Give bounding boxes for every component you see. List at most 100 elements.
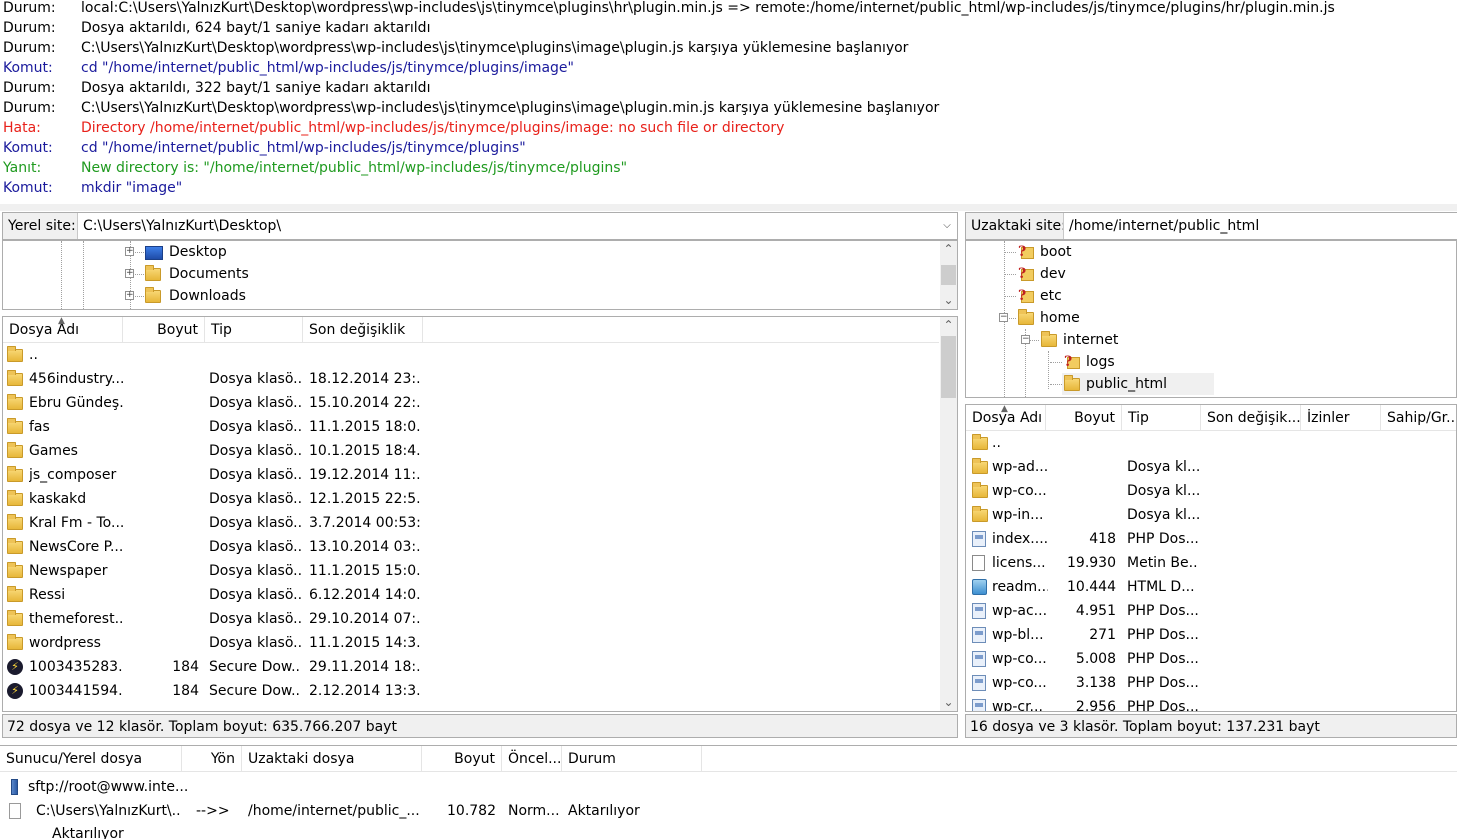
col-type[interactable]: Tip xyxy=(1122,405,1201,431)
file-name[interactable]: NewsCore P... xyxy=(29,535,123,559)
scroll-down-icon[interactable]: ⌄ xyxy=(940,694,957,711)
file-name[interactable]: wp-cr... xyxy=(992,695,1048,711)
file-name[interactable]: Newspaper xyxy=(29,559,123,583)
col-remote-file[interactable]: Uzaktaki dosya xyxy=(242,746,422,772)
file-name[interactable]: js_composer xyxy=(29,463,123,487)
col-size-label[interactable]: Boyut xyxy=(1074,410,1115,426)
scroll-up-icon[interactable]: ⌃ xyxy=(940,241,957,258)
queue-remote-file[interactable]: /home/internet/public_... xyxy=(248,799,420,823)
col-name-label[interactable]: Dosya Adı xyxy=(9,322,79,338)
tree-expand-icon[interactable]: + xyxy=(125,269,134,278)
col-status[interactable]: Durum xyxy=(562,746,702,772)
col-permissions-label[interactable]: İzinler xyxy=(1307,410,1350,426)
file-name[interactable]: wp-co... xyxy=(992,647,1048,671)
tree-expand-icon[interactable]: + xyxy=(125,247,134,256)
file-row[interactable]: Kral Fm - To... Dosya klasö... 3.7.2014 00… xyxy=(3,511,939,535)
file-name[interactable]: wp-in... xyxy=(992,503,1048,527)
tree-item-label[interactable]: boot xyxy=(1040,244,1076,260)
file-name[interactable]: 456industry... xyxy=(29,367,123,391)
tree-item-label[interactable]: dev xyxy=(1040,266,1070,282)
file-row[interactable]: .. xyxy=(966,431,1456,455)
col-size[interactable]: Boyut xyxy=(123,317,205,343)
col-size[interactable]: Boyut xyxy=(1046,405,1122,431)
local-tree-scrollbar[interactable]: ⌃ ⌄ xyxy=(940,241,957,309)
file-row[interactable]: ⚡ 1003435283... 184 Secure Dow... 29.11.2014… xyxy=(3,655,939,679)
transfer-queue[interactable]: Sunucu/Yerel dosya Yön Uzaktaki dosya Bo… xyxy=(0,745,1457,839)
tree-item-label[interactable]: home xyxy=(1040,310,1084,326)
file-name[interactable]: .. xyxy=(992,431,1048,455)
tree-item-etc[interactable]: ? etc xyxy=(1016,285,1066,307)
tree-item-label[interactable]: etc xyxy=(1040,288,1066,304)
file-row[interactable]: wordpress Dosya klasö... 11.1.2015 14:3... xyxy=(3,631,939,655)
remote-dir-tree[interactable]: ? boot? dev? etc − home − internet? logs public_h… xyxy=(965,240,1457,398)
file-name[interactable]: Games xyxy=(29,439,123,463)
file-row[interactable]: kaskakd Dosya klasö... 12.1.2015 22:5... xyxy=(3,487,939,511)
tree-item-desktop[interactable]: Desktop xyxy=(143,241,263,263)
file-name[interactable]: fas xyxy=(29,415,123,439)
file-row[interactable]: Newspaper Dosya klasö... 11.1.2015 15:0... xyxy=(3,559,939,583)
col-modified[interactable]: Son değişiklik xyxy=(303,317,423,343)
local-dir-tree[interactable]: + Desktop + Documents + Downloads ⌃ ⌄ xyxy=(2,240,958,310)
col-modified-label[interactable]: Son değişiklik xyxy=(309,322,405,338)
col-type[interactable]: Tip xyxy=(205,317,303,343)
local-file-list[interactable]: Dosya Adı ▲ Boyut Tip Son değişiklik ⌃ ⌄… xyxy=(2,316,958,712)
col-remote-file-label[interactable]: Uzaktaki dosya xyxy=(248,751,354,767)
col-size-label[interactable]: Boyut xyxy=(454,751,495,767)
file-row[interactable]: wp-ad... Dosya kl... xyxy=(966,455,1456,479)
col-type-label[interactable]: Tip xyxy=(211,322,232,338)
file-row[interactable]: index.... 418 PHP Dos... xyxy=(966,527,1456,551)
tree-item-logs[interactable]: ? logs xyxy=(1062,351,1119,373)
file-row[interactable]: .. xyxy=(3,343,939,367)
col-priority-label[interactable]: Öncel... xyxy=(508,751,561,767)
tree-item-public-html[interactable]: public_html xyxy=(1062,373,1214,395)
col-size-label[interactable]: Boyut xyxy=(157,322,198,338)
file-row[interactable]: ⚡ 1003441594... 184 Secure Dow... 2.12.2014 … xyxy=(3,679,939,703)
file-row[interactable]: wp-in... Dosya kl... xyxy=(966,503,1456,527)
scroll-up-icon[interactable]: ⌃ xyxy=(940,317,957,334)
scroll-thumb[interactable] xyxy=(941,265,956,285)
file-row[interactable]: licens... 19.930 Metin Be... xyxy=(966,551,1456,575)
col-priority[interactable]: Öncel... xyxy=(502,746,562,772)
file-name[interactable]: index.... xyxy=(992,527,1048,551)
log-splitter[interactable] xyxy=(0,204,1457,211)
local-path-combo[interactable]: C:\Users\YalnızKurt\Desktop\ ⌵ xyxy=(77,213,957,239)
tree-item-label[interactable]: Desktop xyxy=(169,241,227,263)
file-row[interactable]: NewsCore P... Dosya klasö... 13.10.2014 03… xyxy=(3,535,939,559)
file-row[interactable]: Ressi Dosya klasö... 6.12.2014 14:0... xyxy=(3,583,939,607)
tree-item-documents[interactable]: Documents xyxy=(143,263,263,285)
tree-item-label[interactable]: public_html xyxy=(1086,376,1171,392)
file-row[interactable]: js_composer Dosya klasö... 19.12.2014 11:.… xyxy=(3,463,939,487)
file-name[interactable]: licens... xyxy=(992,551,1048,575)
col-direction-label[interactable]: Yön xyxy=(211,751,235,767)
file-name[interactable]: wordpress xyxy=(29,631,123,655)
tree-collapse-icon[interactable]: − xyxy=(1021,335,1030,344)
local-list-scrollbar[interactable]: ⌃ ⌄ xyxy=(940,317,957,711)
remote-path-value[interactable]: /home/internet/public_html xyxy=(1069,218,1259,234)
queue-server-row[interactable]: sftp://root@www.inte... xyxy=(0,775,1457,799)
file-name[interactable]: wp-co... xyxy=(992,671,1048,695)
file-name[interactable]: wp-ac... xyxy=(992,599,1048,623)
file-row[interactable]: wp-ac... 4.951 PHP Dos... xyxy=(966,599,1456,623)
col-modified-label[interactable]: Son değişik... xyxy=(1207,410,1300,426)
tree-item-label[interactable]: logs xyxy=(1086,354,1119,370)
tree-expand-icon[interactable]: + xyxy=(125,291,134,300)
file-name[interactable]: wp-ad... xyxy=(992,455,1048,479)
col-size[interactable]: Boyut xyxy=(422,746,502,772)
file-name[interactable]: readm... xyxy=(992,575,1048,599)
file-name[interactable]: .. xyxy=(29,343,123,367)
file-name[interactable]: 1003441594... xyxy=(29,679,123,703)
message-log[interactable]: Durum: local:C:\Users\YalnızKurt\Desktop\… xyxy=(0,0,1457,208)
file-row[interactable]: readm... 10.444 HTML D... xyxy=(966,575,1456,599)
tree-item-boot[interactable]: ? boot xyxy=(1016,241,1076,263)
file-row[interactable]: Ebru Gündeş... Dosya klasö... 15.10.2014 2… xyxy=(3,391,939,415)
col-permissions[interactable]: İzinler xyxy=(1301,405,1381,431)
file-row[interactable]: wp-bl... 271 PHP Dos... xyxy=(966,623,1456,647)
chevron-down-icon[interactable]: ⌵ xyxy=(939,213,955,239)
file-name[interactable]: kaskakd xyxy=(29,487,123,511)
file-row[interactable]: wp-cr... 2.956 PHP Dos... xyxy=(966,695,1456,711)
file-row[interactable]: wp-co... 5.008 PHP Dos... xyxy=(966,647,1456,671)
col-modified[interactable]: Son değişik... xyxy=(1201,405,1301,431)
queue-local-file[interactable]: C:\Users\YalnızKurt\... xyxy=(36,799,182,823)
col-status-label[interactable]: Durum xyxy=(568,751,616,767)
remote-file-list[interactable]: Dosya Adı ▲ Boyut Tip Son değişik... İzi… xyxy=(965,404,1457,712)
